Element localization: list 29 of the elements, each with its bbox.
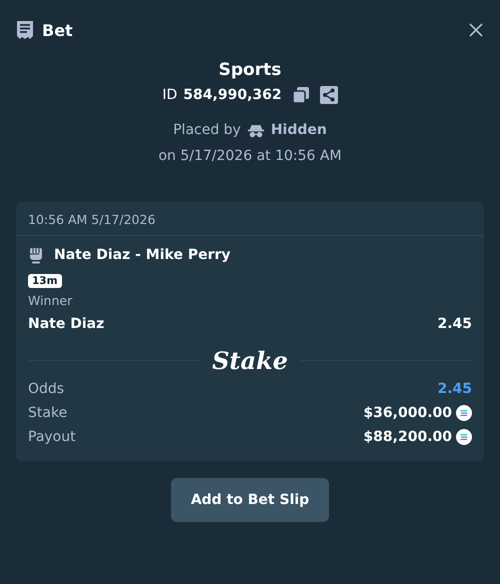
currency-icon bbox=[456, 429, 472, 445]
spy-icon bbox=[246, 122, 265, 138]
bet-timestamp: 10:56 AM 5/17/2026 bbox=[16, 202, 484, 236]
close-button[interactable] bbox=[468, 22, 484, 38]
placed-date: on 5/17/2026 at 10:56 AM bbox=[158, 148, 342, 164]
odds-value: 2.45 bbox=[437, 381, 472, 397]
summary-label: Odds bbox=[28, 381, 64, 397]
username: Hidden bbox=[270, 122, 327, 138]
summary-label: Stake bbox=[28, 405, 68, 421]
placed-by-label: Placed by bbox=[173, 122, 241, 138]
bet-category: Sports bbox=[218, 60, 282, 80]
event-name: Nate Diaz - Mike Perry bbox=[54, 247, 231, 263]
id-label: ID bbox=[162, 87, 178, 103]
market-name: Winner bbox=[28, 293, 74, 308]
copy-button[interactable] bbox=[292, 86, 310, 104]
bet-id: 584,990,362 bbox=[183, 87, 282, 103]
receipt-icon bbox=[16, 20, 34, 40]
selection-odds: 2.45 bbox=[437, 316, 472, 332]
share-button[interactable] bbox=[320, 86, 338, 104]
selection-name: Nate Diaz bbox=[28, 316, 104, 332]
currency-icon bbox=[456, 405, 472, 421]
fist-icon bbox=[28, 246, 44, 264]
summary-label: Payout bbox=[28, 429, 76, 445]
add-to-bet-slip-button[interactable]: Add to Bet Slip bbox=[170, 478, 330, 522]
amount-value: $88,200.00 bbox=[363, 429, 452, 445]
dialog-title: Bet bbox=[42, 20, 74, 40]
time-badge: 13m bbox=[28, 274, 62, 288]
amount-value: $36,000.00 bbox=[363, 405, 452, 421]
brand-logo: Stake bbox=[212, 346, 288, 375]
